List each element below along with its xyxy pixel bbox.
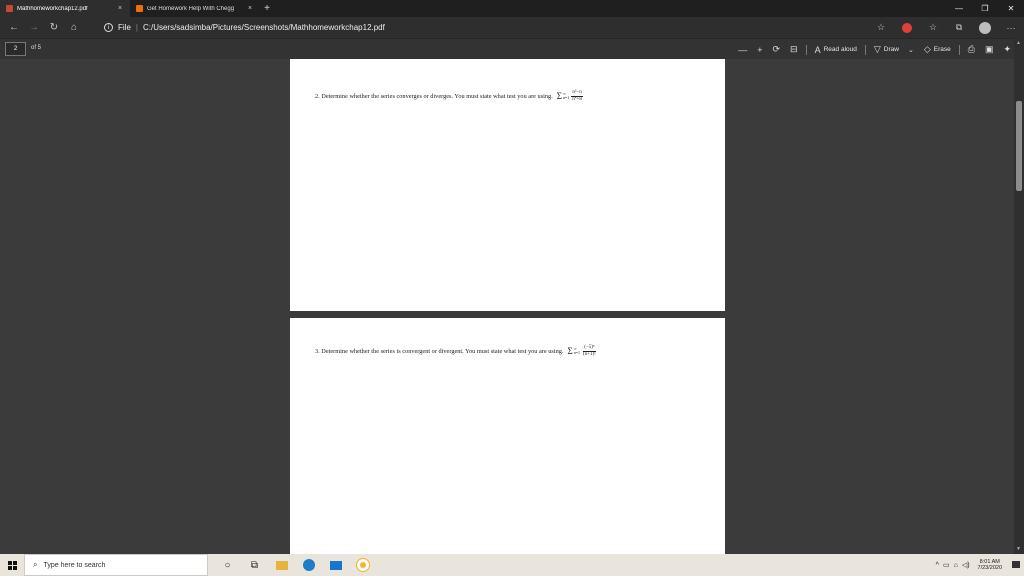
rotate-icon: ⟳ [772,44,781,54]
mail-icon[interactable] [322,554,349,576]
back-button[interactable]: ← [4,17,24,38]
tray-chevron-icon[interactable]: ^ [936,562,939,569]
address-bar[interactable]: i File | C:/Users/sadsimba/Pictures/Scre… [104,20,922,35]
clock[interactable]: 8:01 AM 7/23/2020 [978,559,1002,572]
info-icon[interactable]: i [104,23,113,32]
erase-button[interactable]: ◇ Erase [919,39,956,60]
sigma-lower: n=1 [573,350,580,355]
taskbar-search[interactable]: ⌕ Type here to search [24,554,208,576]
read-aloud-label: Read aloud [823,46,857,53]
window-controls: — ❐ ✕ [946,0,1024,17]
sigma-lower: n=1 [563,95,570,100]
notification-icon[interactable] [1012,560,1020,570]
draw-icon: ▽ [873,44,881,54]
new-tab-button[interactable]: + [260,0,274,17]
pdf-tools: — + ⟳ ⊟ A Read aloud ▽ Draw ⌄ ◇ Erase ⎙ … [733,39,1016,60]
print-icon: ⎙ [967,44,975,54]
scheme-label: File [118,23,131,32]
vertical-scrollbar[interactable]: ▲ ▼ [1014,38,1024,554]
maximize-button[interactable]: ❐ [972,0,998,17]
problem-2: 2. Determine whether the series converge… [315,90,583,102]
save-icon: ▣ [984,44,994,54]
read-aloud-button[interactable]: A Read aloud [810,39,862,60]
tab-chegg[interactable]: Get Homework Help With Chegg × [130,0,260,17]
problem-3: 3. Determine whether the series is conve… [315,345,597,357]
start-button[interactable] [0,554,24,576]
print-button[interactable]: ⎙ [963,39,980,60]
pin-icon: ✦ [1003,44,1011,54]
draw-button[interactable]: ▽ Draw ⌄ [869,39,919,60]
search-icon: ⌕ [33,560,38,569]
rotate-button[interactable]: ⟳ [768,39,786,60]
tab-strip: Mathhomeworkchap12.pdf × Get Homework He… [0,0,1024,17]
system-tray: ^ ▭ ⌂ ◁) 8:01 AM 7/23/2020 [936,554,1024,576]
tab-close-button[interactable]: × [116,5,124,12]
url-text[interactable]: C:/Users/sadsimba/Pictures/Screenshots/M… [143,23,385,32]
extension-icon[interactable] [894,17,920,38]
network-icon[interactable]: ⌂ [954,562,958,569]
refresh-button[interactable]: ↻ [44,17,64,38]
windows-icon [7,560,17,570]
save-button[interactable]: ▣ [980,39,999,60]
erase-label: Erase [933,46,951,53]
problem-text: 3. Determine whether the series is conve… [315,347,564,355]
collections-icon[interactable]: ⧉ [946,17,972,38]
pdf-page: 2. Determine whether the series converge… [290,59,725,311]
fit-page-button[interactable]: ⊟ [785,39,803,60]
page-count: of 5 [31,45,42,51]
scroll-up-icon[interactable]: ▲ [1016,40,1021,46]
chegg-icon [136,5,143,12]
scrollbar-thumb[interactable] [1016,101,1022,191]
minimize-button[interactable]: — [946,0,972,17]
problem-text: 2. Determine whether the series converge… [315,92,553,100]
profile-avatar[interactable] [972,17,998,38]
close-window-button[interactable]: ✕ [998,0,1024,17]
battery-icon[interactable]: ▭ [943,561,950,569]
chrome-icon[interactable] [349,554,376,576]
tab-title: Get Homework Help With Chegg [147,5,235,12]
fraction-denominator: (n+1)! [582,351,596,357]
series-formula: Σ ∞ n=1 n²−n n⁴+8 [556,90,583,102]
favorite-star-icon[interactable]: ☆ [868,17,894,38]
series-formula: Σ ∞ n=1 (−5)ⁿ (n+1)! [567,345,596,357]
draw-label: Draw [883,46,899,53]
clock-date: 7/23/2020 [977,565,1002,571]
taskbar: ⌕ Type here to search ○ ⧉ ^ ▭ ⌂ ◁) 8:01 … [0,554,1024,576]
read-aloud-icon: A [814,44,821,55]
fraction-denominator: n⁴+8 [572,96,582,102]
browser-actions: ☆ ☆ ⧉ ··· [868,17,1024,38]
pdf-icon [6,5,13,12]
favorites-icon[interactable]: ☆ [920,17,946,38]
pdf-viewport[interactable]: 2. Determine whether the series converge… [0,59,1014,554]
cortana-icon[interactable]: ○ [214,554,241,576]
forward-button[interactable]: → [24,17,44,38]
chevron-down-icon[interactable]: ⌄ [908,46,914,54]
edge-icon[interactable] [295,554,322,576]
pdf-toolbar: 2 of 5 — + ⟳ ⊟ A Read aloud ▽ Draw ⌄ ◇ E… [0,38,1024,59]
more-menu-button[interactable]: ··· [998,17,1024,38]
fit-page-icon: ⊟ [790,44,798,54]
search-placeholder: Type here to search [43,561,106,569]
home-button[interactable]: ⌂ [64,17,84,38]
tab-pdf[interactable]: Mathhomeworkchap12.pdf × [0,0,130,17]
page-number-input[interactable]: 2 [5,42,26,56]
task-view-icon[interactable]: ⧉ [241,554,268,576]
scroll-down-icon[interactable]: ▼ [1016,546,1021,552]
taskbar-apps: ○ ⧉ [214,554,376,576]
file-explorer-icon[interactable] [268,554,295,576]
address-separator: | [135,23,138,32]
pdf-page: 3. Determine whether the series is conve… [290,318,725,554]
tab-close-button[interactable]: × [246,5,254,12]
zoom-out-button[interactable]: — [733,39,752,60]
tab-title: Mathhomeworkchap12.pdf [17,5,88,12]
eraser-icon: ◇ [923,44,931,54]
volume-icon[interactable]: ◁) [962,561,970,569]
zoom-in-button[interactable]: + [752,39,767,60]
